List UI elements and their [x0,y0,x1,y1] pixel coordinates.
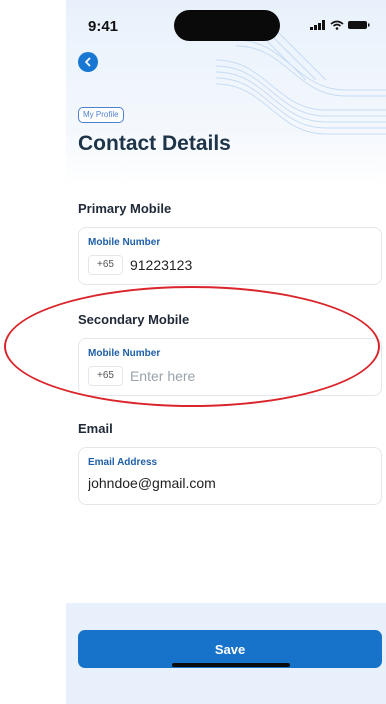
secondary-mobile-heading: Secondary Mobile [78,312,190,327]
battery-icon [348,21,370,29]
dynamic-island [174,10,280,41]
email-input[interactable] [88,475,368,491]
email-heading: Email [78,421,113,436]
secondary-country-code[interactable]: +65 [88,366,123,386]
phone-screen: 9:41 My Profile Contact Details Primary … [66,0,386,704]
email-row [88,475,368,491]
page-title: Contact Details [78,132,231,155]
back-button[interactable] [78,52,98,72]
breadcrumb[interactable]: My Profile [78,107,124,123]
footer: Save [66,603,386,704]
secondary-mobile-input[interactable] [129,368,320,384]
primary-mobile-label: Mobile Number [88,237,161,248]
primary-mobile-input[interactable] [129,257,320,273]
secondary-mobile-row: +65 [88,366,320,386]
back-arrow-icon [85,57,91,67]
primary-country-code[interactable]: +65 [88,255,123,275]
email-field[interactable]: Email Address [78,447,382,505]
secondary-mobile-label: Mobile Number [88,348,161,359]
home-indicator [172,663,290,667]
status-icons [310,20,370,30]
signal-icon [310,20,325,30]
primary-mobile-row: +65 [88,255,320,275]
page: 9:41 My Profile Contact Details Primary … [0,0,386,704]
status-time: 9:41 [88,18,119,35]
secondary-mobile-field[interactable]: Mobile Number +65 [78,338,382,396]
primary-mobile-field[interactable]: Mobile Number +65 [78,227,382,285]
wifi-icon [330,20,344,30]
status-bar: 9:41 [66,0,386,58]
primary-mobile-heading: Primary Mobile [78,201,172,216]
email-label: Email Address [88,457,158,468]
